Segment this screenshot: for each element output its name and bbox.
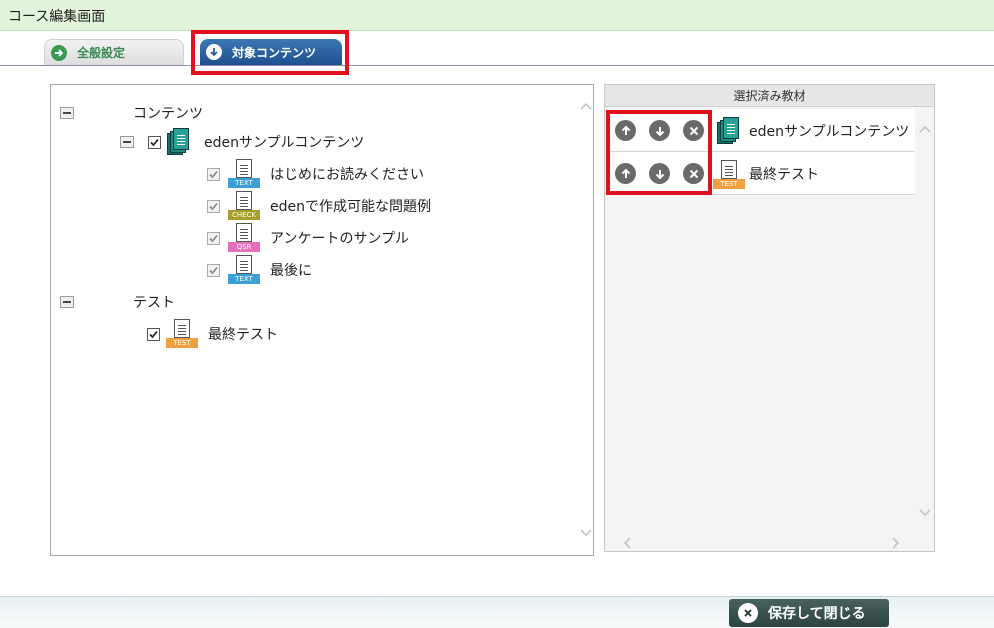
scroll-down-icon[interactable]	[919, 509, 931, 517]
item-checkbox[interactable]	[207, 231, 220, 245]
questionnaire-doc-icon: QSR	[228, 223, 260, 253]
window-titlebar: コース編集画面	[0, 0, 994, 31]
tree-item: TEXT 最後に	[207, 255, 312, 285]
item-label: はじめにお読みください	[270, 167, 424, 183]
scroll-right-icon[interactable]	[891, 537, 901, 549]
tree-group-test: テスト	[60, 292, 175, 312]
tree-group-label: コンテンツ	[133, 106, 203, 122]
package-checkbox[interactable]	[148, 135, 161, 149]
doc-type-badge: QSR	[228, 242, 260, 252]
tree-item: CHECK edenで作成可能な問題例	[207, 191, 431, 221]
item-label: edenで作成可能な問題例	[270, 199, 431, 215]
selected-materials-header: 選択済み教材	[605, 85, 934, 107]
close-circle-icon	[738, 603, 758, 623]
save-and-close-button[interactable]: 保存して閉じる	[729, 599, 889, 627]
selected-item-label: 最終テスト	[749, 167, 819, 183]
doc-type-badge: TEST	[166, 338, 198, 348]
window-title: コース編集画面	[8, 9, 106, 25]
selected-item-label: edenサンプルコンテンツ	[749, 124, 910, 140]
doc-type-badge: TEST	[713, 179, 745, 189]
item-label: 最終テスト	[208, 327, 278, 343]
tab-general-settings[interactable]: 全般設定	[44, 39, 184, 65]
tree-package-node: edenサンプルコンテンツ	[120, 128, 364, 156]
tree-group-label: テスト	[133, 295, 175, 311]
content-stack-icon	[717, 117, 741, 145]
item-checkbox[interactable]	[207, 167, 220, 181]
collapse-icon[interactable]	[60, 296, 74, 308]
doc-type-badge: TEXT	[228, 178, 260, 188]
text-doc-icon: TEXT	[228, 255, 260, 285]
item-checkbox[interactable]	[207, 263, 220, 277]
collapse-icon[interactable]	[60, 107, 74, 119]
save-and-close-label: 保存して閉じる	[768, 606, 866, 622]
check-doc-icon: CHECK	[228, 191, 260, 221]
tree-item: QSR アンケートのサンプル	[207, 223, 409, 253]
content-stack-icon	[167, 128, 191, 156]
arrow-right-circle-icon	[51, 44, 67, 61]
content-tree-panel[interactable]: コンテンツ edenサンプルコンテンツ TEXT はじめにお読みください CHE…	[50, 84, 594, 556]
doc-type-badge: TEXT	[228, 274, 260, 284]
collapse-icon[interactable]	[120, 136, 134, 148]
doc-type-badge: CHECK	[228, 210, 260, 220]
package-label: edenサンプルコンテンツ	[204, 135, 365, 151]
item-checkbox[interactable]	[207, 199, 220, 213]
scroll-up-icon[interactable]	[919, 125, 931, 133]
tree-item: TEXT はじめにお読みください	[207, 159, 424, 189]
item-label: 最後に	[270, 263, 312, 279]
highlight-box-order-buttons	[606, 110, 712, 195]
tree-item: TEST 最終テスト	[147, 319, 278, 349]
tree-group-content: コンテンツ	[60, 103, 203, 123]
item-label: アンケートのサンプル	[270, 231, 410, 247]
scroll-up-icon[interactable]	[580, 102, 592, 110]
scroll-left-icon[interactable]	[622, 537, 632, 549]
item-checkbox[interactable]	[147, 327, 160, 341]
highlight-box-tab	[191, 30, 349, 75]
test-doc-icon: TEST	[166, 319, 198, 349]
test-doc-icon: TEST	[713, 160, 745, 190]
tab-general-label: 全般設定	[77, 46, 126, 60]
text-doc-icon: TEXT	[228, 159, 260, 189]
tab-bar: 全般設定 対象コンテンツ	[0, 31, 994, 66]
scroll-down-icon[interactable]	[580, 529, 592, 537]
